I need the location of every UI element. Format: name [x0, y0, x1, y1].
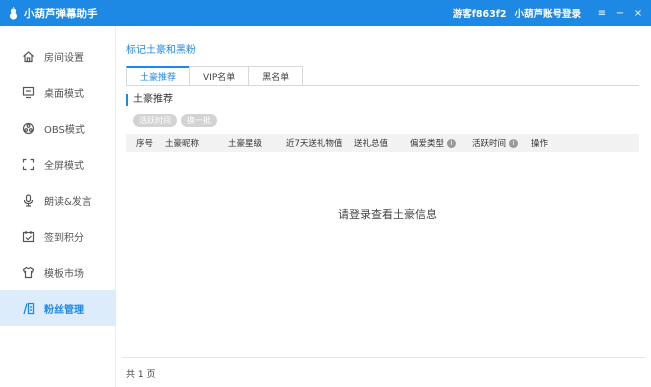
guest-id: 游客f863f2	[452, 9, 507, 20]
sidebar-item-label: 朗读&发言	[44, 196, 92, 208]
empty-state-message: 请登录查看土豪信息	[338, 208, 437, 221]
column-header-index: 序号	[136, 139, 154, 149]
minimize-icon[interactable]: −	[611, 0, 629, 26]
table-header: 序号 土豪昵称 土豪星级 近7天送礼物值 送礼总值 偏爱类型 i 活跃时间 i …	[126, 134, 639, 152]
sidebar-item-label: 全屏模式	[44, 160, 84, 172]
sidebar-item-fullscreen-mode[interactable]: 全屏模式	[0, 146, 116, 182]
tab-divider	[126, 85, 639, 86]
column-header-actions: 操作	[531, 139, 549, 149]
page-count: 共 1 页	[126, 370, 156, 380]
refresh-batch-button[interactable]: 换一批	[181, 114, 217, 127]
close-icon[interactable]: ×	[629, 0, 647, 26]
sidebar-item-room-settings[interactable]: 房间设置	[0, 38, 116, 74]
monitor-icon	[21, 85, 35, 99]
tab-tycoon-recommend[interactable]: 土豪推荐	[126, 66, 191, 86]
column-header-7day-gift-value: 近7天送礼物值	[286, 139, 343, 149]
action-buttons: 活跃时间 换一批	[133, 114, 221, 127]
section-title: 土豪推荐	[126, 94, 173, 106]
info-icon[interactable]: i	[509, 138, 519, 148]
tab-blacklist[interactable]: 黑名单	[248, 66, 304, 86]
sidebar-item-label: 房间设置	[44, 52, 84, 64]
login-link[interactable]: 小葫芦账号登录	[514, 6, 581, 20]
tab-vip-list[interactable]: VIP名单	[189, 66, 250, 86]
sidebar: 房间设置 桌面模式 OBS模式 全屏模式 朗读&发言 签到积分 模板市场 粉丝管…	[0, 26, 116, 387]
title-bar: 小葫芦弹幕助手 游客f863f2 小葫芦账号登录 ≡ − ×	[0, 0, 651, 26]
app-title: 小葫芦弹幕助手	[24, 7, 98, 20]
main-panel: 标记土豪和黑粉 土豪推荐 VIP名单 黑名单 土豪推荐 活跃时间 换一批 序号 …	[116, 26, 651, 387]
column-header-preferred-type: 偏爱类型 i	[410, 134, 457, 152]
home-icon	[21, 49, 35, 63]
sidebar-item-desktop-mode[interactable]: 桌面模式	[0, 74, 116, 110]
sidebar-item-label: 桌面模式	[44, 88, 84, 100]
column-header-total-gift-value: 送礼总值	[354, 139, 389, 149]
info-icon[interactable]: i	[447, 138, 457, 148]
obs-icon	[21, 121, 35, 135]
sidebar-item-label: OBS模式	[44, 124, 85, 136]
column-header-label: 偏爱类型	[410, 139, 445, 149]
column-header-active-time: 活跃时间 i	[472, 134, 519, 152]
sidebar-item-obs-mode[interactable]: OBS模式	[0, 110, 116, 146]
microphone-icon	[21, 193, 35, 207]
sidebar-item-fan-management[interactable]: 粉丝管理	[0, 290, 116, 326]
column-header-nickname: 土豪昵称	[165, 139, 200, 149]
sidebar-item-checkin-points[interactable]: 签到积分	[0, 218, 116, 254]
sidebar-item-label: 粉丝管理	[44, 304, 84, 316]
tab-bar: 土豪推荐 VIP名单 黑名单	[126, 66, 304, 86]
sidebar-item-template-market[interactable]: 模板市场	[0, 254, 116, 290]
sidebar-item-label: 签到积分	[44, 232, 84, 244]
footer-divider	[122, 357, 645, 358]
calendar-check-icon	[21, 229, 35, 243]
active-time-button[interactable]: 活跃时间	[133, 114, 177, 127]
sidebar-item-read-speak[interactable]: 朗读&发言	[0, 182, 116, 218]
column-header-star-level: 土豪星级	[228, 139, 263, 149]
fan-manage-icon	[21, 301, 35, 315]
gourd-logo-icon	[6, 6, 20, 20]
menu-icon[interactable]: ≡	[593, 0, 611, 26]
fullscreen-icon	[21, 157, 35, 171]
shirt-icon	[21, 265, 35, 279]
sidebar-item-label: 模板市场	[44, 268, 84, 280]
column-header-label: 活跃时间	[472, 139, 507, 149]
page-title: 标记土豪和黑粉	[126, 45, 196, 56]
